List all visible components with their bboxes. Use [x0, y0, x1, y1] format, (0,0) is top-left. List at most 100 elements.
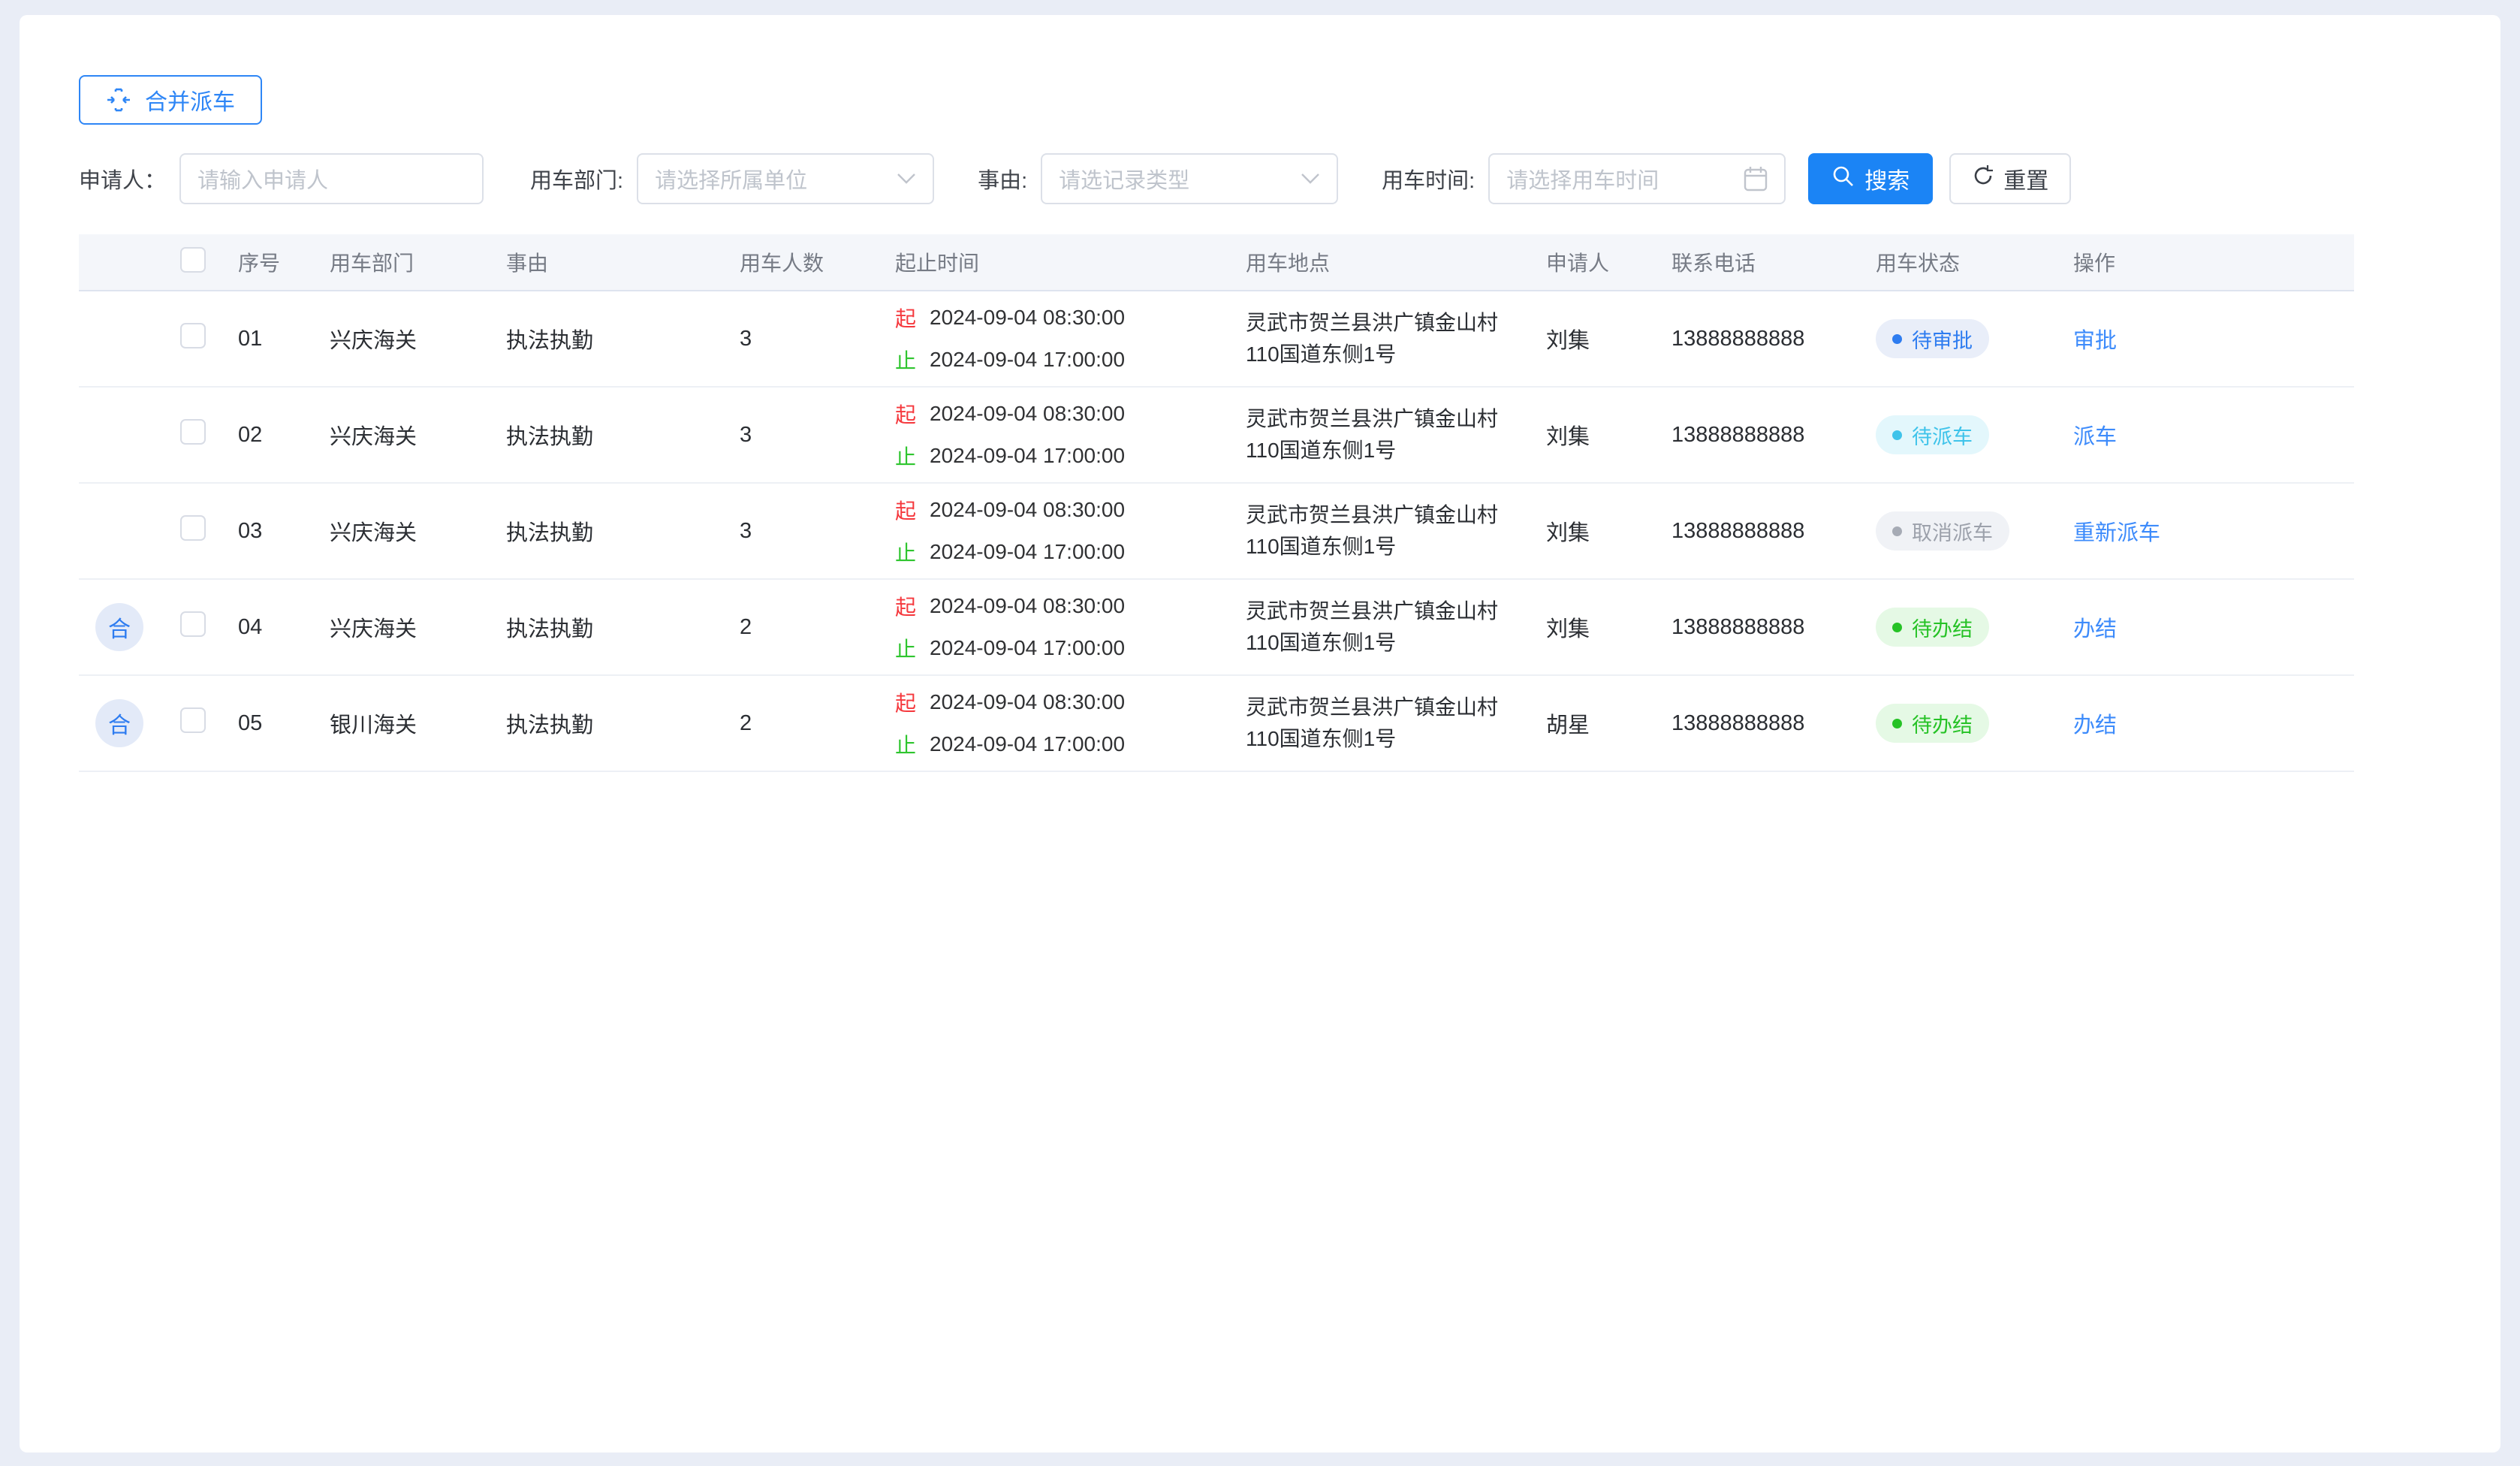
search-icon	[1831, 164, 1854, 193]
row-applicant: 刘集	[1546, 611, 1671, 643]
row-checkbox[interactable]	[180, 323, 206, 348]
applicant-input[interactable]: 请输入申请人	[179, 153, 484, 204]
table-row: 合 01 兴庆海关 执法执勤 3 起 2024-09-04 08:30:00 止…	[79, 291, 2354, 388]
status-label: 待办结	[1912, 709, 1973, 738]
row-action-link[interactable]: 审批	[2073, 329, 2117, 353]
row-time-range: 起 2024-09-04 08:30:00 止 2024-09-04 17:00…	[895, 495, 1246, 567]
start-time: 2024-09-04 08:30:00	[930, 402, 1125, 426]
row-checkbox-cell	[180, 323, 238, 354]
reset-icon	[1972, 164, 1994, 193]
time-label: 用车时间:	[1382, 163, 1475, 195]
reset-button[interactable]: 重置	[1949, 153, 2071, 204]
row-checkbox[interactable]	[180, 611, 206, 637]
end-label: 止	[895, 537, 916, 567]
header-people: 用车人数	[740, 247, 895, 277]
row-location: 灵武市贺兰县洪广镇金山村110国道东侧1号	[1246, 307, 1546, 370]
status-label: 待办结	[1912, 613, 1973, 642]
header-status: 用车状态	[1876, 247, 2073, 277]
row-action-link[interactable]: 重新派车	[2073, 521, 2160, 545]
dispatch-table: 序号 用车部门 事由 用车人数 起止时间 用车地点 申请人 联系电话 用车状态 …	[79, 234, 2354, 772]
department-select[interactable]: 请选择所属单位	[637, 153, 934, 204]
department-placeholder: 请选择所属单位	[655, 163, 807, 195]
end-time: 2024-09-04 17:00:00	[930, 732, 1125, 756]
start-time: 2024-09-04 08:30:00	[930, 498, 1125, 522]
row-people-count: 2	[740, 615, 895, 640]
start-time: 2024-09-04 08:30:00	[930, 306, 1125, 330]
search-button[interactable]: 搜索	[1808, 153, 1933, 204]
merge-dispatch-label: 合并派车	[145, 83, 235, 116]
time-date-picker[interactable]: 请选择用车时间	[1488, 153, 1786, 204]
row-index: 01	[238, 327, 330, 351]
row-action-link[interactable]: 派车	[2073, 425, 2117, 449]
reason-label: 事由:	[978, 163, 1027, 195]
row-people-count: 2	[740, 711, 895, 736]
applicant-label: 申请人：	[79, 163, 166, 195]
header-department: 用车部门	[330, 247, 506, 277]
table-row: 合 03 兴庆海关 执法执勤 3 起 2024-09-04 08:30:00 止…	[79, 484, 2354, 580]
header-phone: 联系电话	[1671, 247, 1876, 277]
start-label: 起	[895, 495, 916, 525]
status-badge: 待办结	[1876, 704, 1989, 743]
row-status-cell: 待办结	[1876, 704, 2073, 743]
row-phone: 13888888888	[1671, 327, 1876, 351]
status-label: 待派车	[1912, 421, 1973, 450]
row-time-range: 起 2024-09-04 08:30:00 止 2024-09-04 17:00…	[895, 687, 1246, 759]
start-label: 起	[895, 399, 916, 429]
row-reason: 执法执勤	[506, 707, 740, 739]
filter-bar: 申请人： 请输入申请人 用车部门: 请选择所属单位 事由: 请选记录类型 用车时…	[79, 153, 2442, 204]
row-index: 02	[238, 423, 330, 448]
table-header-row: 序号 用车部门 事由 用车人数 起止时间 用车地点 申请人 联系电话 用车状态 …	[79, 234, 2354, 291]
row-checkbox[interactable]	[180, 707, 206, 733]
row-applicant: 胡星	[1546, 707, 1671, 739]
row-people-count: 3	[740, 327, 895, 351]
header-reason: 事由	[506, 247, 740, 277]
row-time-range: 起 2024-09-04 08:30:00 止 2024-09-04 17:00…	[895, 303, 1246, 375]
row-phone: 13888888888	[1671, 711, 1876, 736]
end-time: 2024-09-04 17:00:00	[930, 540, 1125, 564]
row-action-link[interactable]: 办结	[2073, 713, 2117, 738]
header-location: 用车地点	[1246, 247, 1546, 277]
row-department: 兴庆海关	[330, 515, 506, 547]
row-index: 05	[238, 711, 330, 736]
status-dot-icon	[1892, 430, 1902, 440]
row-action-cell: 办结	[2073, 707, 2354, 739]
start-time: 2024-09-04 08:30:00	[930, 690, 1125, 714]
row-location: 灵武市贺兰县洪广镇金山村110国道东侧1号	[1246, 596, 1546, 659]
merge-dispatch-button[interactable]: 合并派车	[79, 75, 262, 125]
row-department: 兴庆海关	[330, 323, 506, 354]
header-action: 操作	[2073, 247, 2354, 277]
content-card: 合并派车 申请人： 请输入申请人 用车部门: 请选择所属单位 事由: 请选记录类…	[20, 15, 2500, 1452]
select-all-checkbox[interactable]	[180, 247, 206, 273]
table-row: 合 02 兴庆海关 执法执勤 3 起 2024-09-04 08:30:00 止…	[79, 388, 2354, 484]
status-dot-icon	[1892, 623, 1902, 632]
row-reason: 执法执勤	[506, 611, 740, 643]
row-phone: 13888888888	[1671, 519, 1876, 544]
reason-select[interactable]: 请选记录类型	[1041, 153, 1338, 204]
row-action-link[interactable]: 办结	[2073, 617, 2117, 641]
table-body: 合 01 兴庆海关 执法执勤 3 起 2024-09-04 08:30:00 止…	[79, 291, 2354, 772]
status-label: 取消派车	[1912, 517, 1993, 546]
status-label: 待审批	[1912, 324, 1973, 354]
end-label: 止	[895, 345, 916, 375]
row-status-cell: 待审批	[1876, 319, 2073, 358]
row-phone: 13888888888	[1671, 423, 1876, 448]
row-location: 灵武市贺兰县洪广镇金山村110国道东侧1号	[1246, 403, 1546, 466]
status-dot-icon	[1892, 334, 1902, 344]
start-label: 起	[895, 687, 916, 717]
row-time-range: 起 2024-09-04 08:30:00 止 2024-09-04 17:00…	[895, 399, 1246, 471]
row-action-cell: 办结	[2073, 611, 2354, 643]
calendar-icon	[1744, 166, 1768, 192]
end-label: 止	[895, 633, 916, 663]
status-dot-icon	[1892, 719, 1902, 728]
header-time-range: 起止时间	[895, 247, 1246, 277]
row-reason: 执法执勤	[506, 419, 740, 451]
end-time: 2024-09-04 17:00:00	[930, 348, 1125, 372]
status-badge: 待派车	[1876, 415, 1989, 454]
chevron-down-icon	[897, 173, 916, 185]
merge-badge-cell: 合	[79, 603, 180, 651]
status-badge: 待办结	[1876, 608, 1989, 647]
chevron-down-icon	[1301, 173, 1320, 185]
row-checkbox[interactable]	[180, 419, 206, 445]
status-badge: 取消派车	[1876, 511, 2009, 551]
row-checkbox[interactable]	[180, 515, 206, 541]
